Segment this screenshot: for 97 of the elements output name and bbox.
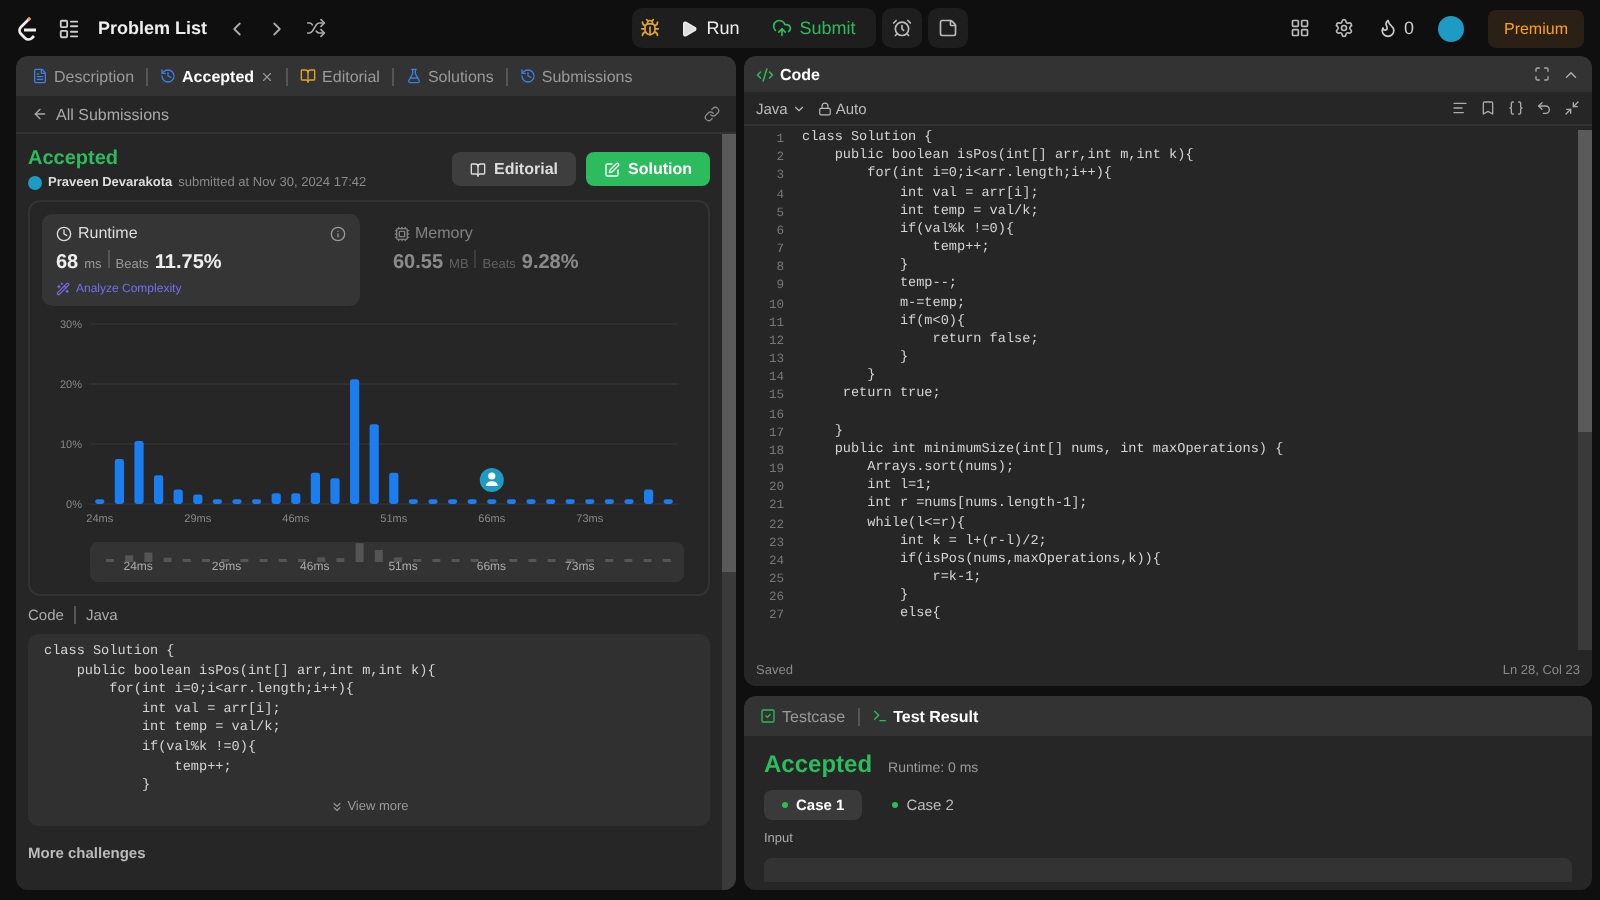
shuffle-icon[interactable] — [305, 18, 326, 38]
author-avatar — [28, 176, 42, 190]
alarm-button[interactable] — [881, 8, 922, 48]
premium-button[interactable]: Premium — [1487, 9, 1584, 47]
panel-tab[interactable]: Submissions — [515, 67, 637, 85]
chart-bar — [644, 489, 654, 504]
minimize-icon[interactable] — [1564, 100, 1580, 116]
chart-bar — [193, 494, 203, 504]
chip-icon — [393, 225, 409, 241]
chart-bar — [350, 379, 360, 504]
chart-bar — [291, 493, 301, 504]
flask-icon — [405, 68, 422, 84]
document-icon — [32, 68, 48, 84]
editorial-button[interactable]: Editorial — [451, 152, 576, 186]
bookmark-icon[interactable] — [1480, 100, 1496, 116]
panel-title: Code — [756, 65, 820, 83]
wand-icon — [56, 282, 70, 296]
problem-list-link[interactable]: Problem List — [98, 18, 208, 38]
panel-tab[interactable]: Solutions — [401, 67, 498, 85]
alarm-clock-icon — [891, 18, 912, 38]
chart-bar — [663, 499, 673, 504]
panel-tab[interactable]: Accepted — [156, 67, 279, 85]
lock-icon — [817, 101, 832, 115]
history-icon — [160, 68, 177, 84]
avatar[interactable] — [1437, 15, 1464, 41]
panel-tab[interactable]: Editorial — [296, 67, 384, 85]
history-icon — [519, 68, 536, 84]
streak-counter[interactable]: 0 — [1377, 18, 1414, 38]
grid-icon[interactable] — [1289, 18, 1310, 38]
scrollbar[interactable] — [722, 134, 736, 890]
chart-bar — [154, 475, 164, 504]
user-marker-icon — [479, 468, 504, 492]
chart-bar — [114, 459, 124, 504]
panel-tab[interactable]: Testcase — [756, 707, 850, 725]
cloud-upload-icon — [771, 18, 792, 38]
chart-bar — [487, 499, 497, 504]
play-icon — [680, 19, 699, 37]
chart-bar — [232, 499, 242, 504]
chart-bar — [624, 499, 634, 504]
submission-status: Accepted — [28, 148, 121, 170]
list-icon[interactable] — [58, 17, 80, 39]
beats-value: 9.28% — [521, 252, 579, 274]
metric-label: Memory — [393, 224, 473, 242]
chart-bar — [330, 478, 340, 504]
panel-tab[interactable]: Test Result — [867, 707, 983, 725]
fullscreen-icon[interactable] — [1534, 66, 1550, 82]
beats-value: 11.75% — [154, 252, 222, 274]
format-icon[interactable] — [1452, 100, 1468, 116]
result-status: Accepted — [764, 750, 873, 778]
bug-icon[interactable] — [640, 18, 661, 38]
run-button[interactable]: Run — [668, 8, 752, 48]
braces-icon[interactable] — [1508, 100, 1524, 116]
back-link[interactable]: All Submissions — [32, 105, 169, 123]
chart-bar — [95, 499, 105, 504]
logo-icon[interactable] — [16, 15, 40, 41]
clock-icon — [56, 225, 72, 241]
chart-bar — [448, 499, 458, 504]
chart-bar — [134, 441, 144, 504]
metric-value: 68 — [56, 252, 79, 274]
edit-icon — [604, 161, 620, 177]
close-icon[interactable] — [260, 69, 275, 83]
chart-bar — [173, 489, 183, 504]
book-icon — [300, 68, 317, 84]
chart-bar — [389, 472, 399, 504]
chart-bar — [565, 499, 575, 504]
chart-bar — [526, 499, 536, 504]
flame-icon — [1377, 18, 1398, 38]
chart-bar — [467, 499, 477, 504]
checkbox-icon — [760, 708, 776, 724]
note-icon — [937, 18, 958, 38]
chart-bar — [506, 499, 516, 504]
note-button[interactable] — [927, 8, 968, 48]
chart-bar — [546, 499, 556, 504]
info-icon[interactable] — [329, 225, 345, 241]
chart-bar — [585, 499, 595, 504]
back-arrow-icon — [32, 106, 48, 122]
code-icon — [756, 65, 774, 83]
submit-button[interactable]: Submit — [759, 8, 868, 48]
book-icon — [469, 161, 486, 177]
panel-tab[interactable]: Description — [28, 67, 139, 85]
chart-bar — [252, 499, 262, 504]
chart-bar — [310, 472, 320, 504]
chart-bar — [408, 499, 418, 504]
metric-value: 60.55 — [393, 252, 444, 274]
scrollbar[interactable] — [1578, 130, 1592, 650]
chart-bar — [604, 499, 614, 504]
terminal-icon — [871, 708, 888, 724]
caret-icon — [791, 101, 806, 115]
chart-bar — [271, 493, 281, 504]
undo-icon[interactable] — [1536, 100, 1552, 116]
chart-bar — [369, 424, 379, 504]
chart-bar — [212, 499, 222, 504]
link-icon[interactable] — [704, 106, 720, 122]
metric-label: Runtime — [56, 224, 138, 242]
chart-bar — [428, 499, 438, 504]
double-chevron-icon — [329, 799, 344, 814]
settings-icon[interactable] — [1333, 18, 1354, 38]
